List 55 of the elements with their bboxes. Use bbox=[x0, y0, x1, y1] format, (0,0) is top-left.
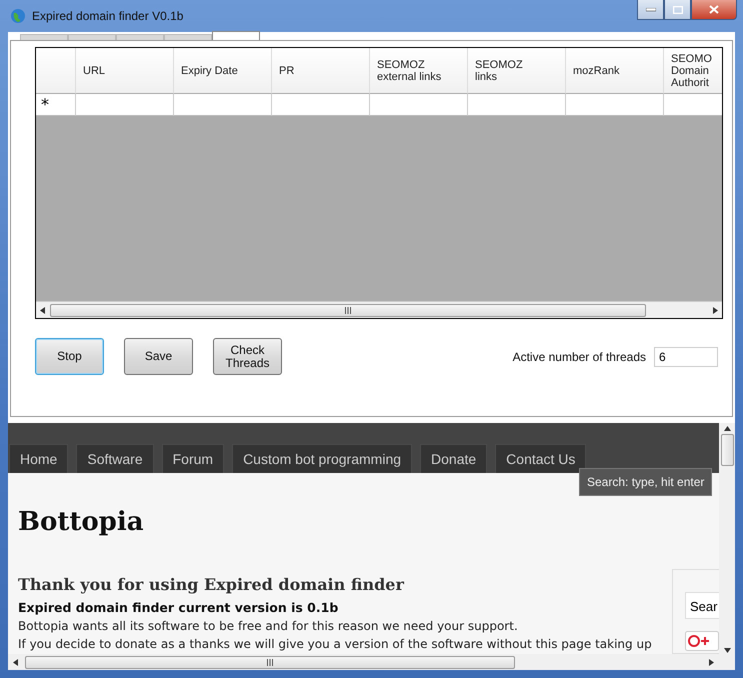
horizontal-scrollbar[interactable] bbox=[36, 301, 722, 318]
table-cell[interactable] bbox=[370, 94, 468, 116]
up-arrow-icon[interactable] bbox=[724, 425, 730, 432]
right-arrow-icon[interactable] bbox=[708, 658, 715, 666]
table-cell[interactable] bbox=[174, 94, 272, 116]
paragraph: If you decide to donate as a thanks we will give you a version of the software without this page taking up bbox=[18, 636, 653, 653]
column-header[interactable]: mozRank bbox=[566, 48, 664, 94]
action-button[interactable]: Stop bbox=[35, 338, 104, 375]
left-arrow-icon[interactable] bbox=[12, 658, 19, 666]
column-header[interactable]: PR bbox=[272, 48, 370, 94]
globe-icon bbox=[10, 8, 26, 24]
threads-label: Active number of threads bbox=[512, 350, 646, 364]
vertical-scrollbar[interactable] bbox=[719, 423, 735, 654]
grip-icon bbox=[345, 306, 351, 314]
google-plus-icon[interactable] bbox=[685, 631, 719, 651]
grip-icon bbox=[267, 658, 273, 666]
column-header[interactable]: Expiry Date bbox=[174, 48, 272, 94]
action-button[interactable]: Check Threads bbox=[213, 338, 282, 375]
horizontal-scrollbar[interactable] bbox=[8, 654, 719, 670]
maximize-button[interactable] bbox=[664, 0, 691, 20]
table-cell[interactable] bbox=[566, 94, 664, 116]
maximize-icon bbox=[672, 6, 682, 14]
right-arrow-icon[interactable] bbox=[712, 306, 719, 314]
left-arrow-icon[interactable] bbox=[39, 306, 46, 314]
table-cell[interactable] bbox=[272, 94, 370, 116]
close-icon bbox=[709, 5, 719, 14]
down-arrow-icon[interactable] bbox=[724, 647, 730, 654]
table-cell[interactable] bbox=[468, 94, 566, 116]
search-field[interactable]: Sear bbox=[685, 592, 719, 619]
nav-link[interactable]: Custom bot programming bbox=[232, 444, 412, 473]
row-header-cell bbox=[36, 48, 76, 94]
version-text: Expired domain finder current version is 0.1b bbox=[18, 600, 340, 615]
nav-link[interactable]: Donate bbox=[420, 444, 488, 473]
site-title: Bottopia bbox=[18, 507, 145, 537]
threads-field[interactable]: 6 bbox=[654, 346, 718, 366]
paragraph: Bottopia wants all its software to be free and for this reason we need your support. bbox=[18, 618, 519, 635]
column-header[interactable]: URL bbox=[76, 48, 174, 94]
page-heading: Thank you for using Expired domain finder bbox=[18, 575, 406, 594]
nav-link[interactable]: Home bbox=[9, 444, 68, 473]
minimize-icon bbox=[646, 8, 656, 12]
scroll-thumb[interactable] bbox=[25, 656, 515, 668]
close-button[interactable] bbox=[691, 0, 737, 20]
column-header[interactable]: SEOMOZ links bbox=[468, 48, 566, 94]
search-tooltip: Search: type, hit enter bbox=[579, 468, 712, 496]
tab[interactable] bbox=[212, 31, 260, 40]
action-button[interactable]: Save bbox=[124, 338, 193, 375]
nav-link[interactable]: Contact Us bbox=[495, 444, 586, 473]
nav-link[interactable]: Forum bbox=[162, 444, 224, 473]
minimize-button[interactable] bbox=[637, 0, 664, 20]
scroll-thumb[interactable] bbox=[50, 304, 646, 316]
table-cell[interactable] bbox=[76, 94, 174, 116]
column-header[interactable]: SEOMOZ external links bbox=[370, 48, 468, 94]
window-title: Expired domain finder V0.1b bbox=[32, 9, 184, 23]
nav-link[interactable]: Software bbox=[76, 444, 154, 473]
scroll-thumb[interactable] bbox=[720, 434, 734, 466]
